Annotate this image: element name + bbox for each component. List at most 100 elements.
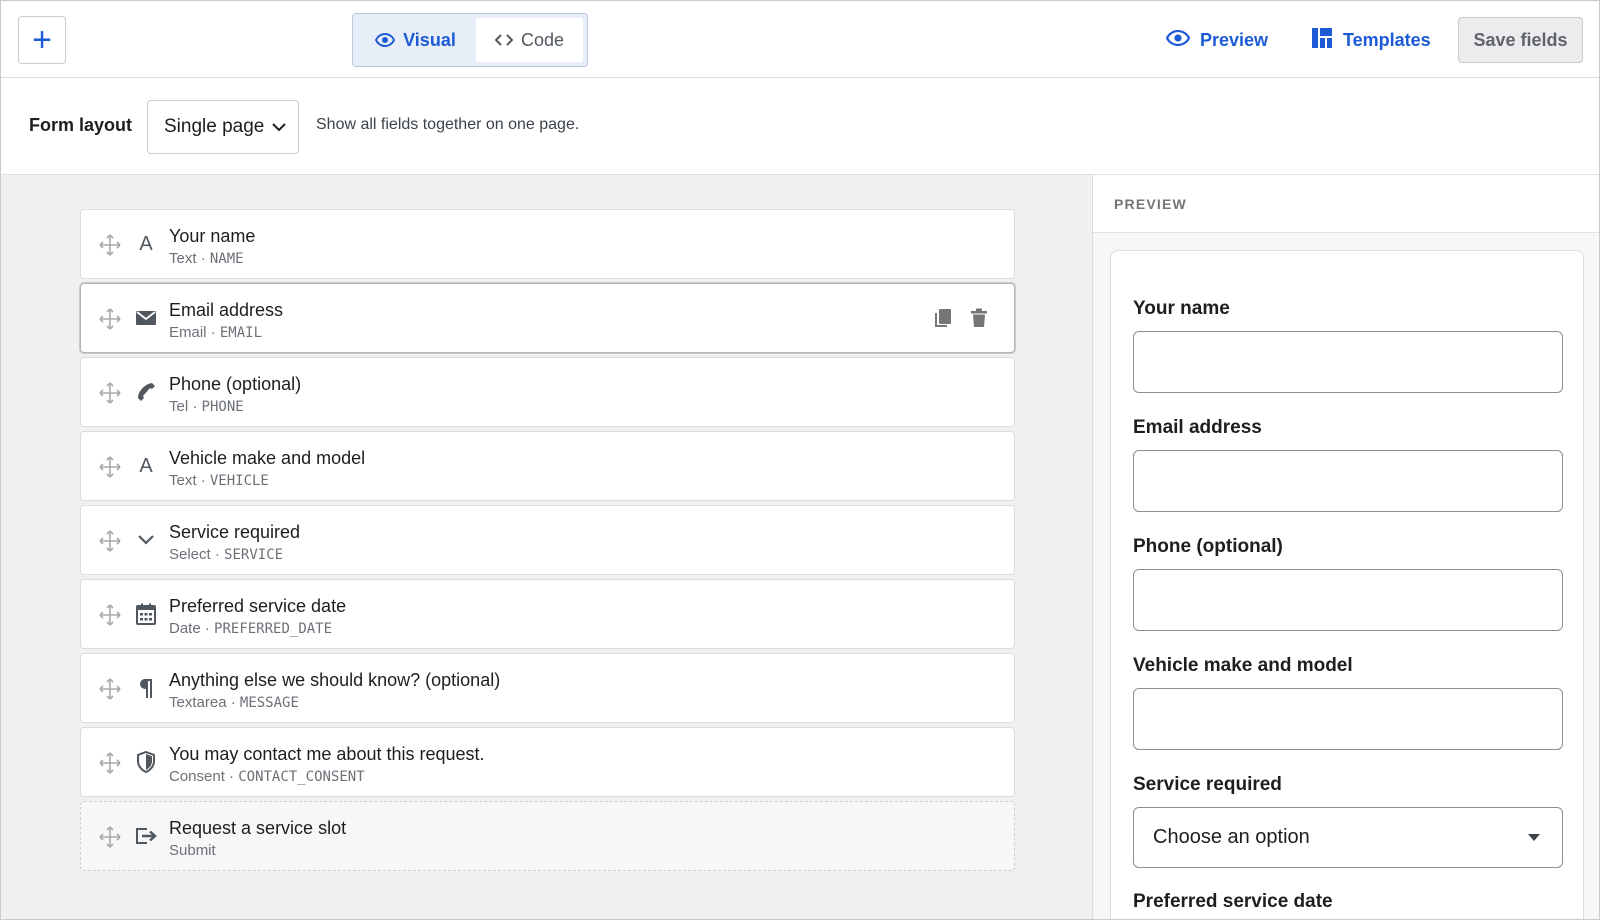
field-type: Text (169, 250, 197, 267)
visual-mode-label: Visual (403, 29, 456, 50)
preview-select-service[interactable]: Choose an option (1133, 807, 1563, 868)
field-key: EMAIL (219, 325, 263, 341)
drag-handle-icon[interactable] (99, 308, 121, 330)
field-title: Email address (169, 300, 284, 320)
field-card-vehicle[interactable]: A Vehicle make and model Text · VEHICLE (80, 431, 1015, 501)
field-key: PREFERRED_DATE (214, 621, 333, 637)
meta-separator: · (210, 324, 216, 341)
preview-label-vehicle: Vehicle make and model (1133, 655, 1353, 676)
preview-input-email[interactable] (1133, 450, 1563, 512)
field-type: Tel (169, 398, 189, 415)
field-title: Phone (optional) (169, 374, 302, 394)
chevron-down-icon (134, 528, 158, 552)
field-card-consent[interactable]: You may contact me about this request. C… (80, 727, 1015, 797)
preview-input-phone[interactable] (1133, 569, 1563, 631)
field-meta: Text · VEHICLE (169, 472, 269, 489)
field-meta: Select · SERVICE (169, 546, 283, 563)
chevron-down-icon (272, 116, 287, 138)
field-card-actions (934, 308, 988, 333)
form-layout-hint: Show all fields together on one page. (316, 116, 580, 133)
field-type: Submit (169, 842, 216, 859)
drag-handle-icon[interactable] (99, 382, 121, 404)
form-builder-window: + Visual Code Preview Templates Save fie… (0, 0, 1600, 920)
preview-label-service: Service required (1133, 774, 1282, 795)
visual-mode-button[interactable]: Visual (357, 18, 474, 62)
text-icon: A (139, 232, 153, 255)
field-title: You may contact me about this request. (169, 744, 485, 764)
field-card-date[interactable]: Preferred service date Date · PREFERRED_… (80, 579, 1015, 649)
field-meta: Submit (169, 842, 216, 859)
field-title: Request a service slot (169, 818, 347, 838)
meta-separator: · (204, 620, 210, 637)
envelope-icon (134, 306, 158, 330)
calendar-icon (134, 602, 158, 626)
field-meta: Text · NAME (169, 250, 244, 267)
templates-button[interactable]: Templates (1311, 23, 1431, 57)
eye-icon (1165, 29, 1191, 51)
preview-input-name[interactable] (1133, 331, 1563, 393)
plus-icon: + (32, 21, 52, 59)
drag-handle-icon[interactable] (99, 530, 121, 552)
preview-label-email: Email address (1133, 417, 1262, 438)
field-card-submit[interactable]: Request a service slot Submit (80, 801, 1015, 871)
code-mode-button[interactable]: Code (475, 18, 583, 62)
field-card-service[interactable]: Service required Select · SERVICE (80, 505, 1015, 575)
add-field-button[interactable]: + (18, 16, 66, 64)
field-type: Date (169, 620, 201, 637)
drag-handle-icon[interactable] (99, 678, 121, 700)
preview-label: Preview (1200, 29, 1269, 50)
field-title: Anything else we should know? (optional) (169, 670, 501, 690)
drag-handle-icon[interactable] (99, 456, 121, 478)
meta-separator: · (200, 472, 206, 489)
templates-label: Templates (1343, 29, 1431, 50)
templates-grid-icon (1311, 27, 1333, 54)
submit-icon (134, 824, 158, 848)
field-type: Email (169, 324, 207, 341)
field-title: Your name (169, 226, 256, 246)
preview-label-name: Your name (1133, 298, 1230, 319)
paragraph-icon (134, 676, 158, 700)
field-type: Select (169, 546, 211, 563)
drag-handle-icon[interactable] (99, 752, 121, 774)
field-meta: Consent · CONTACT_CONSENT (169, 768, 365, 785)
save-fields-button[interactable]: Save fields (1458, 17, 1583, 63)
field-list-canvas: A Your name Text · NAME Email address Em… (1, 175, 1092, 919)
meta-separator: · (230, 694, 236, 711)
meta-separator: · (214, 546, 220, 563)
field-card-name[interactable]: A Your name Text · NAME (80, 209, 1015, 279)
shield-icon (134, 750, 158, 774)
field-key: SERVICE (224, 547, 284, 563)
field-card-email[interactable]: Email address Email · EMAIL (80, 283, 1015, 353)
field-card-phone[interactable]: Phone (optional) Tel · PHONE (80, 357, 1015, 427)
mode-switch: Visual Code (352, 13, 588, 67)
field-title: Preferred service date (169, 596, 347, 616)
field-meta: Date · PREFERRED_DATE (169, 620, 332, 637)
field-type: Consent (169, 768, 225, 785)
form-layout-label: Form layout (29, 115, 133, 135)
form-layout-select[interactable]: Single page (147, 100, 299, 154)
field-meta: Textarea · MESSAGE (169, 694, 299, 711)
meta-separator: · (200, 250, 206, 267)
preview-form: Your name Email address Phone (optional)… (1110, 250, 1584, 919)
preview-label-phone: Phone (optional) (1133, 536, 1283, 557)
drag-handle-icon[interactable] (99, 234, 121, 256)
preview-button[interactable]: Preview (1165, 23, 1269, 57)
preview-select-placeholder: Choose an option (1153, 826, 1310, 848)
preview-input-vehicle[interactable] (1133, 688, 1563, 750)
field-type: Textarea (169, 694, 227, 711)
duplicate-icon[interactable] (934, 308, 952, 333)
meta-separator: · (192, 398, 198, 415)
field-card-message[interactable]: Anything else we should know? (optional)… (80, 653, 1015, 723)
drag-handle-icon[interactable] (99, 604, 121, 626)
eye-icon (375, 33, 396, 47)
trash-icon[interactable] (970, 308, 988, 333)
caret-down-icon (1528, 834, 1540, 841)
preview-header: PREVIEW (1093, 175, 1599, 233)
preview-label-date: Preferred service date (1133, 891, 1333, 912)
drag-handle-icon[interactable] (99, 826, 121, 848)
code-mode-label: Code (520, 29, 564, 50)
field-title: Service required (169, 522, 301, 542)
form-layout-bar: Form layout Single page Show all fields … (1, 78, 1599, 175)
field-key: MESSAGE (239, 695, 299, 711)
field-type: Text (169, 472, 197, 489)
